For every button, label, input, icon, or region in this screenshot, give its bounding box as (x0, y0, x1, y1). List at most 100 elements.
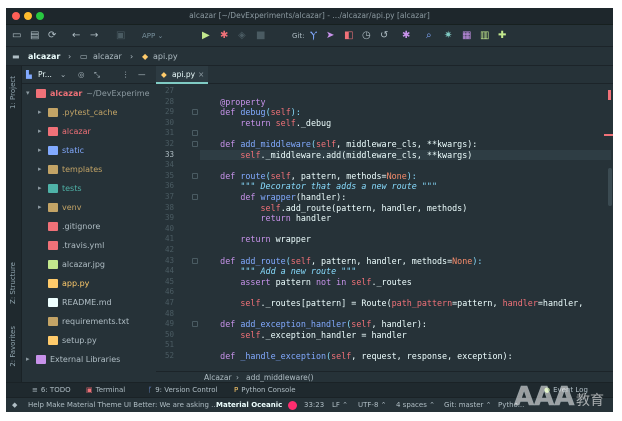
code-line[interactable]: """ Decorator that adds a new route """ (200, 181, 437, 192)
code-line[interactable]: self.add_route(pattern, handler, methods… (200, 203, 468, 214)
run-configuration-select[interactable]: APP ⌄ (142, 29, 192, 43)
hide-panel-icon[interactable]: — (138, 66, 146, 84)
version-control-tool-button[interactable]: ᚴ 9: Version Control (148, 383, 218, 398)
back-arrow-icon[interactable]: ← (72, 29, 80, 43)
vcs-history-icon[interactable]: ◷ (362, 29, 371, 43)
line-number[interactable]: 35 (156, 171, 174, 180)
line-number[interactable]: 45 (156, 277, 174, 286)
stop-icon[interactable]: ■ (256, 29, 265, 43)
project-tree-item[interactable]: ▸ .pytest_cache (22, 103, 156, 122)
chevron-right-icon[interactable]: ▸ (38, 103, 42, 122)
notification-icon[interactable]: ◆ (12, 398, 17, 412)
line-number[interactable]: 46 (156, 287, 174, 296)
chevron-right-icon[interactable]: ▸ (38, 179, 42, 198)
chevron-down-icon[interactable]: ▾ (26, 84, 30, 103)
code-line[interactable]: return handler (200, 213, 332, 224)
code-line[interactable]: def add_middleware(self, middleware_cls,… (200, 139, 477, 150)
code-line[interactable]: self._middleware.add(middleware_cls, **k… (200, 149, 611, 161)
line-number[interactable]: 37 (156, 192, 174, 201)
project-tool-tab[interactable]: 1: Project (9, 76, 17, 109)
error-stripe-marker[interactable] (608, 90, 611, 100)
code-line[interactable]: @property (200, 97, 265, 108)
fold-marker-icon[interactable] (192, 194, 198, 200)
code-line[interactable]: return wrapper (200, 234, 311, 245)
line-number[interactable]: 31 (156, 128, 174, 137)
line-number[interactable]: 30 (156, 118, 174, 127)
code-line[interactable]: def wrapper(handler): (200, 192, 346, 203)
structure-tool-tab[interactable]: Z: Structure (9, 262, 17, 304)
project-tree-item[interactable]: README.md (22, 293, 156, 312)
tab-api-py[interactable]: ◆ api.py × (156, 66, 208, 84)
error-stripe-marker[interactable] (604, 134, 613, 136)
sync-icon[interactable]: ⟳ (48, 29, 56, 43)
panel-options-icon[interactable]: ⋮ (122, 66, 130, 84)
vcs-push-icon[interactable]: ➤ (326, 29, 334, 43)
forward-arrow-icon[interactable]: → (90, 29, 98, 43)
project-tree-item[interactable]: alcazar.jpg (22, 255, 156, 274)
line-number[interactable]: 32 (156, 139, 174, 148)
line-number[interactable]: 43 (156, 256, 174, 265)
code-line[interactable]: self._exception_handler = handler (200, 330, 406, 341)
line-number[interactable]: 47 (156, 298, 174, 307)
material-theme-icon[interactable]: ▥ (480, 29, 489, 43)
plugins-icon[interactable]: ▦ (462, 29, 471, 43)
breadcrumb-project[interactable]: alcazar (28, 48, 60, 66)
line-number[interactable]: 51 (156, 340, 174, 349)
status-message[interactable]: Help Make Material Theme UI Better: We a… (28, 398, 218, 412)
chevron-right-icon[interactable]: ▸ (38, 198, 42, 217)
vcs-revert-icon[interactable]: ↺ (380, 29, 388, 43)
code-line[interactable]: """ Add a new route """ (200, 266, 356, 277)
project-tree-item[interactable]: ▸ tests (22, 179, 156, 198)
line-number[interactable]: 36 (156, 181, 174, 190)
line-number[interactable]: 52 (156, 351, 174, 360)
coverage-icon[interactable]: ◈ (238, 29, 246, 43)
vcs-compare-icon[interactable]: ◧ (344, 29, 353, 43)
chevron-down-icon[interactable]: ⌄ (60, 66, 66, 84)
fold-marker-icon[interactable] (192, 257, 198, 264)
line-number[interactable]: 39 (156, 213, 174, 222)
line-number[interactable]: 29 (156, 107, 174, 116)
debug-icon[interactable]: ✱ (220, 29, 228, 43)
project-tree-item[interactable]: ▸ venv (22, 198, 156, 217)
close-tab-icon[interactable]: × (198, 66, 204, 84)
line-number[interactable]: 48 (156, 309, 174, 318)
locate-file-icon[interactable]: ◎ (78, 66, 85, 84)
code-line[interactable]: self._routes[pattern] = Route(path_patte… (200, 298, 583, 309)
git-branch[interactable]: Git: master ⌃ (444, 398, 491, 412)
open-folder-icon[interactable]: ▭ (12, 29, 21, 43)
line-number[interactable]: 41 (156, 234, 174, 243)
project-tree-item[interactable]: .travis.yml (22, 236, 156, 255)
save-all-icon[interactable]: ▤ (30, 29, 39, 43)
terminal-tool-button[interactable]: ▣ Terminal (86, 383, 125, 398)
line-number[interactable]: 44 (156, 266, 174, 275)
breadcrumb-file[interactable]: api.py (153, 48, 178, 66)
search-icon[interactable]: ⌕ (426, 29, 432, 43)
code-line[interactable]: def route(self, pattern, methods=None): (200, 171, 417, 182)
code-line[interactable]: def add_route(self, pattern, handler, me… (200, 256, 482, 267)
caret-position[interactable]: 33:23 (304, 398, 324, 412)
sdk-icon[interactable]: ✷ (444, 29, 452, 43)
line-number[interactable]: 33 (156, 150, 174, 159)
fold-marker-icon[interactable] (192, 321, 198, 328)
project-tree-item[interactable]: ▾ alcazar ~/DevExperime (22, 84, 156, 103)
project-view-selector[interactable]: Pr... (38, 66, 52, 84)
chevron-right-icon[interactable]: ▸ (38, 160, 42, 179)
build-icon[interactable]: ▣ (116, 29, 125, 43)
project-tree-item[interactable]: requirements.txt (22, 312, 156, 331)
line-number[interactable]: 42 (156, 245, 174, 254)
project-tree-item[interactable]: .gitignore (22, 217, 156, 236)
fold-marker-icon[interactable] (192, 172, 198, 179)
python-console-tool-button[interactable]: P Python Console (234, 383, 296, 398)
line-separator[interactable]: LF ⌃ (332, 398, 348, 412)
fold-marker-icon[interactable] (192, 109, 198, 116)
project-tree-item[interactable]: ▸ External Libraries (22, 350, 156, 369)
project-tree-item[interactable]: ▸ alcazar (22, 122, 156, 141)
file-encoding[interactable]: UTF-8 ⌃ (358, 398, 387, 412)
favorites-tool-tab[interactable]: 2: Favorites (9, 326, 17, 367)
project-tree-item[interactable]: ▸ templates (22, 160, 156, 179)
fold-marker-icon[interactable] (192, 130, 198, 137)
line-number[interactable]: 38 (156, 203, 174, 212)
line-number[interactable]: 34 (156, 160, 174, 169)
code-editor[interactable]: @property def debug(self): return self._… (200, 84, 611, 371)
code-line[interactable]: assert pattern not in self._routes (200, 277, 411, 288)
